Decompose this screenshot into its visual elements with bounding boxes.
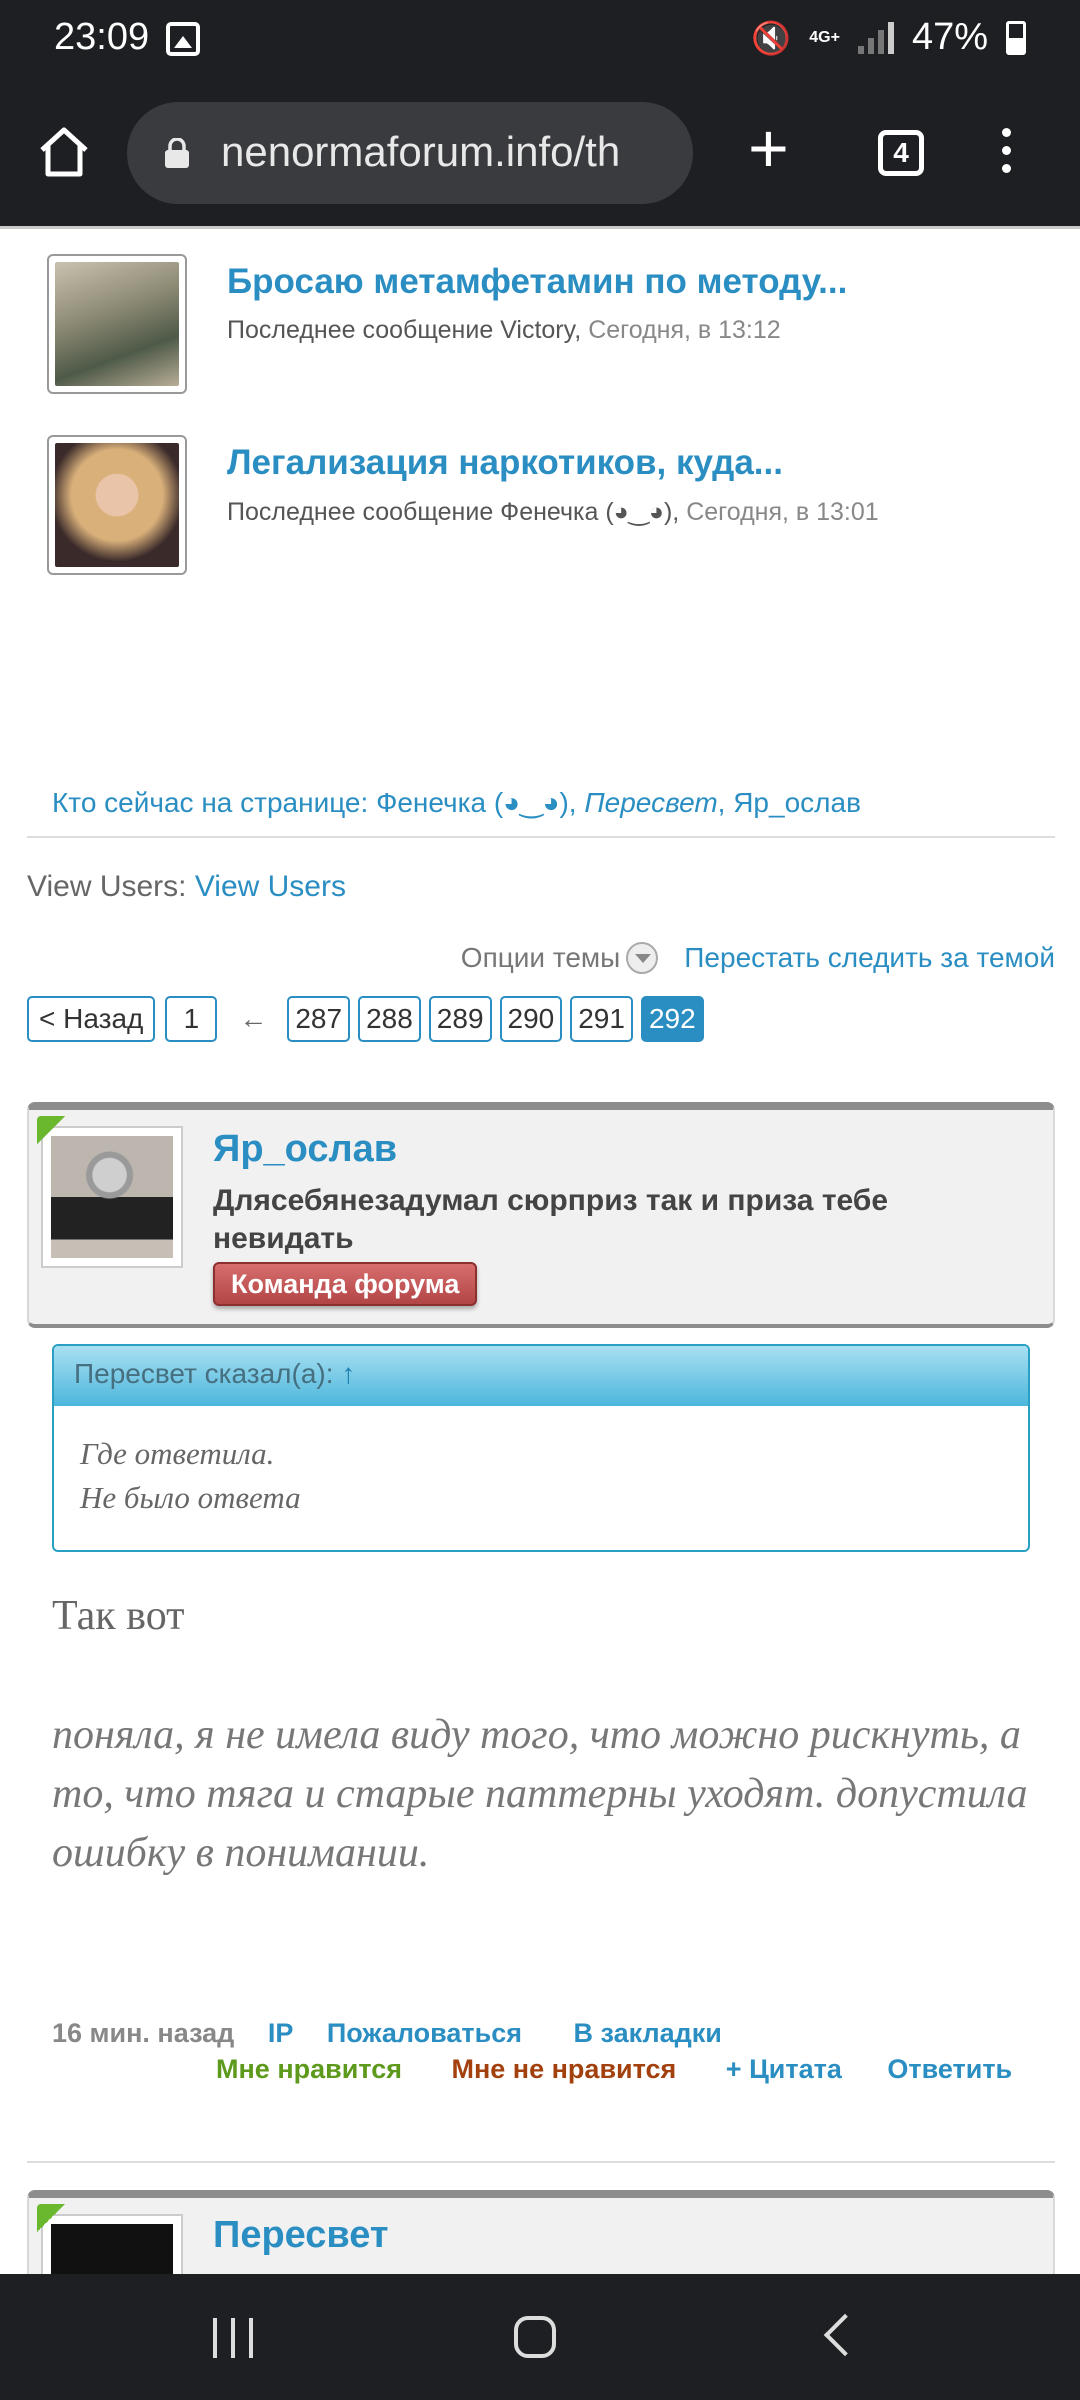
url-text: nenormaforum.info/th xyxy=(221,128,621,175)
report-link[interactable]: Пожаловаться xyxy=(327,2018,522,2048)
divider xyxy=(27,836,1055,838)
quote-line: Не было ответа xyxy=(80,1480,301,1515)
page-link[interactable]: 288 xyxy=(358,996,421,1042)
battery-icon xyxy=(1006,20,1026,55)
plus-icon[interactable]: + xyxy=(748,108,789,188)
address-bar[interactable]: nenormaforum.info/th xyxy=(127,102,693,204)
thread-time: Сегодня, в 13:12 xyxy=(588,316,781,344)
who-is-here-rest[interactable]: , Яр_ослав xyxy=(718,787,861,818)
bookmark-link[interactable]: В закладки xyxy=(574,2018,722,2048)
post-text: поняла, я не имела виду того, что можно … xyxy=(52,1712,1028,1876)
ip-link[interactable]: IP xyxy=(268,2018,294,2048)
network-icon: 4G+ xyxy=(809,28,840,46)
avatar[interactable] xyxy=(41,1126,183,1268)
thread-title[interactable]: Легализация наркотиков, куда... xyxy=(227,443,783,483)
thread-options-label[interactable]: Опции темы xyxy=(461,942,621,974)
page-link[interactable]: 291 xyxy=(570,996,633,1042)
post-author-status: Длясебянезадумал сюрприз так и приза теб… xyxy=(213,1184,889,1255)
view-users-link[interactable]: View Users xyxy=(195,870,346,903)
dislike-button[interactable]: Мне не нравится xyxy=(451,2054,676,2084)
quote-button[interactable]: + Цитата xyxy=(726,2054,842,2084)
view-users: View Users: View Users xyxy=(27,870,346,904)
page-link[interactable]: 290 xyxy=(499,996,563,1042)
lock-icon xyxy=(165,138,189,168)
mute-icon: 🔇 xyxy=(751,19,792,56)
reply-button[interactable]: Ответить xyxy=(887,2054,1012,2084)
thread-thumbnail[interactable] xyxy=(47,435,187,575)
prev-page-button[interactable]: < Назад xyxy=(27,996,156,1042)
quote-header: Пересвет сказал(а): ↑ xyxy=(54,1346,1028,1406)
quote-author: Пересвет сказал(а): xyxy=(74,1358,342,1389)
quote-block: Пересвет сказал(а): ↑ Где ответила. Не б… xyxy=(52,1344,1030,1552)
tabs-icon[interactable]: 4 xyxy=(878,130,924,176)
status-icons: 🔇 4G+ 47% xyxy=(751,16,1026,59)
clock: 23:09 xyxy=(54,16,150,58)
divider xyxy=(27,2161,1055,2163)
post-text: Так вот xyxy=(52,1593,185,1639)
unfollow-link[interactable]: Перестать следить за темой xyxy=(684,942,1055,974)
post-meta-actions: 16 мин. назад IP Пожаловаться В закладки xyxy=(52,2018,748,2049)
image-icon xyxy=(166,22,200,56)
online-indicator-icon xyxy=(37,2204,65,2232)
recent-apps-icon[interactable] xyxy=(213,2318,253,2358)
post-actions: Мне нравится Мне не нравится + Цитата От… xyxy=(216,2054,1054,2085)
thread-last-post: Последнее сообщение Victory, xyxy=(227,316,582,344)
quote-body: Где ответила. Не было ответа xyxy=(54,1406,1028,1546)
thread-options-bar: Опции темы Перестать следить за темой xyxy=(461,942,1055,974)
battery-level: 47% xyxy=(911,16,988,58)
who-is-here-label[interactable]: Кто сейчас на странице: Фенечка (◕‿◕), xyxy=(52,787,584,818)
thread-meta: Последнее сообщение Victory, Сегодня, в … xyxy=(227,316,781,345)
pagination: < Назад 1 ← 287 288 289 290 291 292 xyxy=(27,996,712,1042)
post-author-name[interactable]: Яр_ослав xyxy=(213,1128,397,1171)
post-author-card: Яр_ослав Длясебянезадумал сюрприз так и … xyxy=(27,1102,1055,1328)
home-icon[interactable] xyxy=(36,124,92,180)
like-button[interactable]: Мне нравится xyxy=(216,2054,402,2084)
home-button-icon[interactable] xyxy=(514,2316,556,2358)
post-time: 16 мин. назад xyxy=(52,2018,235,2048)
thread-thumbnail[interactable] xyxy=(47,254,187,394)
who-is-here: Кто сейчас на странице: Фенечка (◕‿◕), П… xyxy=(52,786,861,819)
page-link[interactable]: 1 xyxy=(165,996,218,1042)
quote-line: Где ответила. xyxy=(80,1436,275,1471)
back-icon[interactable] xyxy=(823,2313,867,2357)
toolbar-divider xyxy=(0,226,1080,229)
post-author-name[interactable]: Пересвет xyxy=(213,2214,389,2257)
thread-meta: Последнее сообщение Фенечка (◕‿◕), Сегод… xyxy=(227,497,879,527)
current-page: 292 xyxy=(640,996,704,1042)
status-bar: 23:09 🔇 4G+ 47% xyxy=(0,0,1080,78)
view-users-label: View Users: xyxy=(27,870,195,903)
thread-last-post: Последнее сообщение Фенечка (◕‿◕), xyxy=(227,498,680,526)
chevron-down-icon[interactable] xyxy=(626,942,659,974)
browser-toolbar: nenormaforum.info/th + 4 xyxy=(0,78,1080,228)
who-is-here-user[interactable]: Пересвет xyxy=(584,787,717,818)
signal-icon xyxy=(857,21,894,54)
page-link[interactable]: 287 xyxy=(287,996,351,1042)
page-link[interactable]: 289 xyxy=(428,996,492,1042)
left-arrow-icon: ← xyxy=(239,1003,268,1034)
thread-title[interactable]: Бросаю метамфетамин по методу... xyxy=(227,262,847,302)
thread-time: Сегодня, в 13:01 xyxy=(686,498,879,526)
online-indicator-icon xyxy=(37,1116,65,1144)
system-nav-bar xyxy=(0,2274,1080,2400)
user-role-badge: Команда форума xyxy=(213,1262,478,1306)
menu-icon[interactable] xyxy=(996,128,1016,178)
quote-jump-link[interactable]: ↑ xyxy=(341,1358,355,1389)
